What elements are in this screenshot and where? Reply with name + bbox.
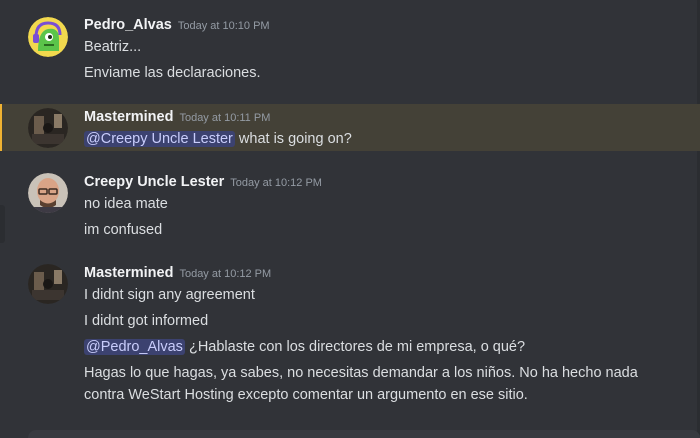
- author-name[interactable]: Creepy Uncle Lester: [84, 174, 224, 190]
- message-text: no idea mate: [84, 196, 168, 212]
- dark-room-avatar-icon: [28, 264, 68, 304]
- message-group: Creepy Uncle Lester Today at 10:12 PM no …: [0, 160, 700, 250]
- message-timestamp[interactable]: Today at 10:11 PM: [179, 112, 270, 124]
- bald-man-avatar-icon: [28, 173, 68, 213]
- message-text: contra WeStart Hosting excepto comentar …: [84, 387, 528, 403]
- dark-room-avatar-icon: [28, 108, 68, 148]
- green-dino-headset-avatar-icon: [28, 17, 68, 57]
- message-text: im confused: [84, 222, 163, 238]
- message-author-line: Creepy Uncle Lester Today at 10:12 PM: [84, 174, 322, 190]
- avatar[interactable]: [28, 264, 68, 304]
- message-author-line: Pedro_Alvas Today at 10:10 PM: [84, 17, 270, 33]
- message-text-body: ¿Hablaste con los directores de mi empre…: [188, 339, 526, 355]
- message-text: I didnt got informed: [84, 313, 209, 329]
- message-input-bar[interactable]: [28, 430, 700, 438]
- avatar[interactable]: [28, 17, 68, 57]
- author-name[interactable]: Mastermined: [84, 265, 173, 281]
- chat-messages: • · Pedro_AlvasToday at 10:10 PM Beatriz…: [0, 0, 700, 438]
- message-author-line: Mastermined Today at 10:11 PM: [84, 109, 270, 125]
- message-timestamp[interactable]: Today at 10:12 PM: [179, 268, 271, 280]
- author-name[interactable]: Mastermined: [84, 109, 173, 125]
- message-timestamp[interactable]: Today at 10:10 PM: [178, 20, 270, 32]
- avatar[interactable]: [28, 108, 68, 148]
- message-author-line: Mastermined Today at 10:12 PM: [84, 265, 271, 281]
- message-group: Pedro_Alvas Today at 10:10 PM Beatriz... …: [0, 0, 700, 100]
- message-text: I didnt sign any agreement: [84, 287, 255, 303]
- user-mention[interactable]: @Creepy Uncle Lester: [84, 131, 235, 147]
- message-group: Mastermined Today at 10:12 PM I didnt sig…: [0, 252, 700, 417]
- message-text: Enviame las declaraciones.: [84, 65, 261, 81]
- message-text-body: what is going on?: [238, 131, 352, 147]
- message-text: Hagas lo que hagas, ya sabes, no necesit…: [84, 365, 638, 381]
- message-timestamp[interactable]: Today at 10:12 PM: [230, 177, 322, 189]
- avatar[interactable]: [28, 173, 68, 213]
- author-name[interactable]: Pedro_Alvas: [84, 17, 172, 33]
- message-text: @Creepy Uncle Lester what is going on?: [84, 131, 352, 147]
- message-text: Beatriz...: [84, 39, 142, 55]
- user-mention[interactable]: @Pedro_Alvas: [84, 339, 185, 355]
- message-group-highlighted: Mastermined Today at 10:11 PM @Creepy Unc…: [0, 104, 700, 151]
- message-text: @Pedro_Alvas ¿Hablaste con los directore…: [84, 339, 525, 355]
